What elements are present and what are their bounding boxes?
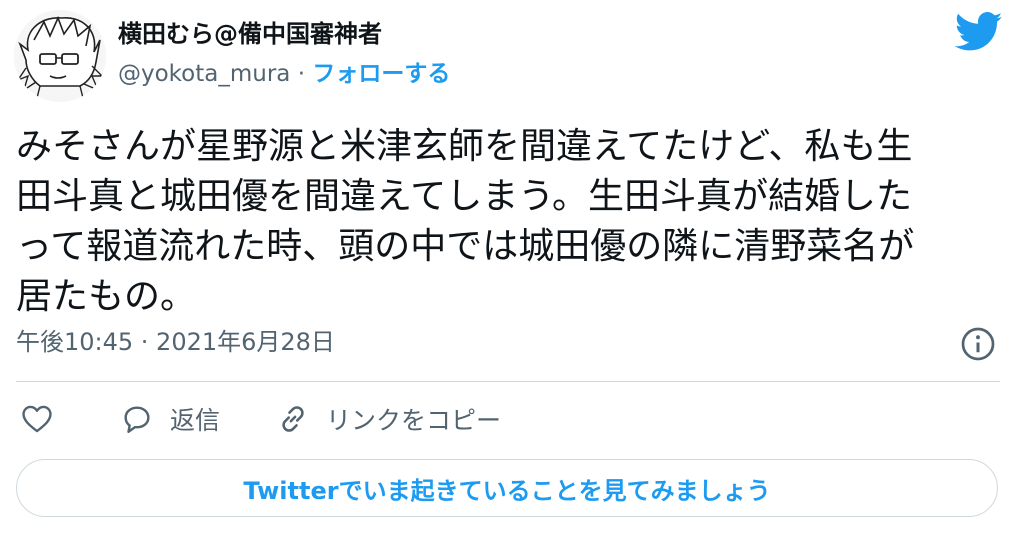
link-icon <box>282 406 304 432</box>
follow-button[interactable]: フォローする <box>312 61 450 87</box>
author-display-name[interactable]: 横田むら@備中国審神者 <box>118 18 382 50</box>
copy-link-label: リンクをコピー <box>326 406 502 435</box>
copy-link-button[interactable]: リンクをコピー <box>276 400 501 438</box>
handle-separator: · <box>297 61 306 87</box>
info-icon[interactable] <box>960 326 996 362</box>
heart-icon <box>22 405 52 433</box>
divider <box>16 381 1000 382</box>
tweet-text: みそさんが星野源と米津玄師を間違えてたけど、私も生 田斗真と城田優を間違えてしま… <box>16 126 915 317</box>
explore-twitter-button[interactable]: Twitterでいま起きていることを見てみましょう <box>16 459 998 517</box>
reply-button[interactable]: 返信 <box>120 400 220 438</box>
author-handle-row: @yokota_mura · フォローする <box>118 58 450 90</box>
author-handle[interactable]: @yokota_mura <box>118 61 290 87</box>
tweet-timestamp[interactable]: 午後10:45 · 2021年6月28日 <box>16 326 335 358</box>
reply-label: 返信 <box>170 406 221 435</box>
twitter-bird-icon[interactable] <box>955 12 1003 52</box>
avatar-illustration <box>14 10 106 102</box>
avatar[interactable] <box>14 10 106 102</box>
speech-bubble-icon <box>124 406 150 433</box>
like-button[interactable] <box>20 400 54 438</box>
